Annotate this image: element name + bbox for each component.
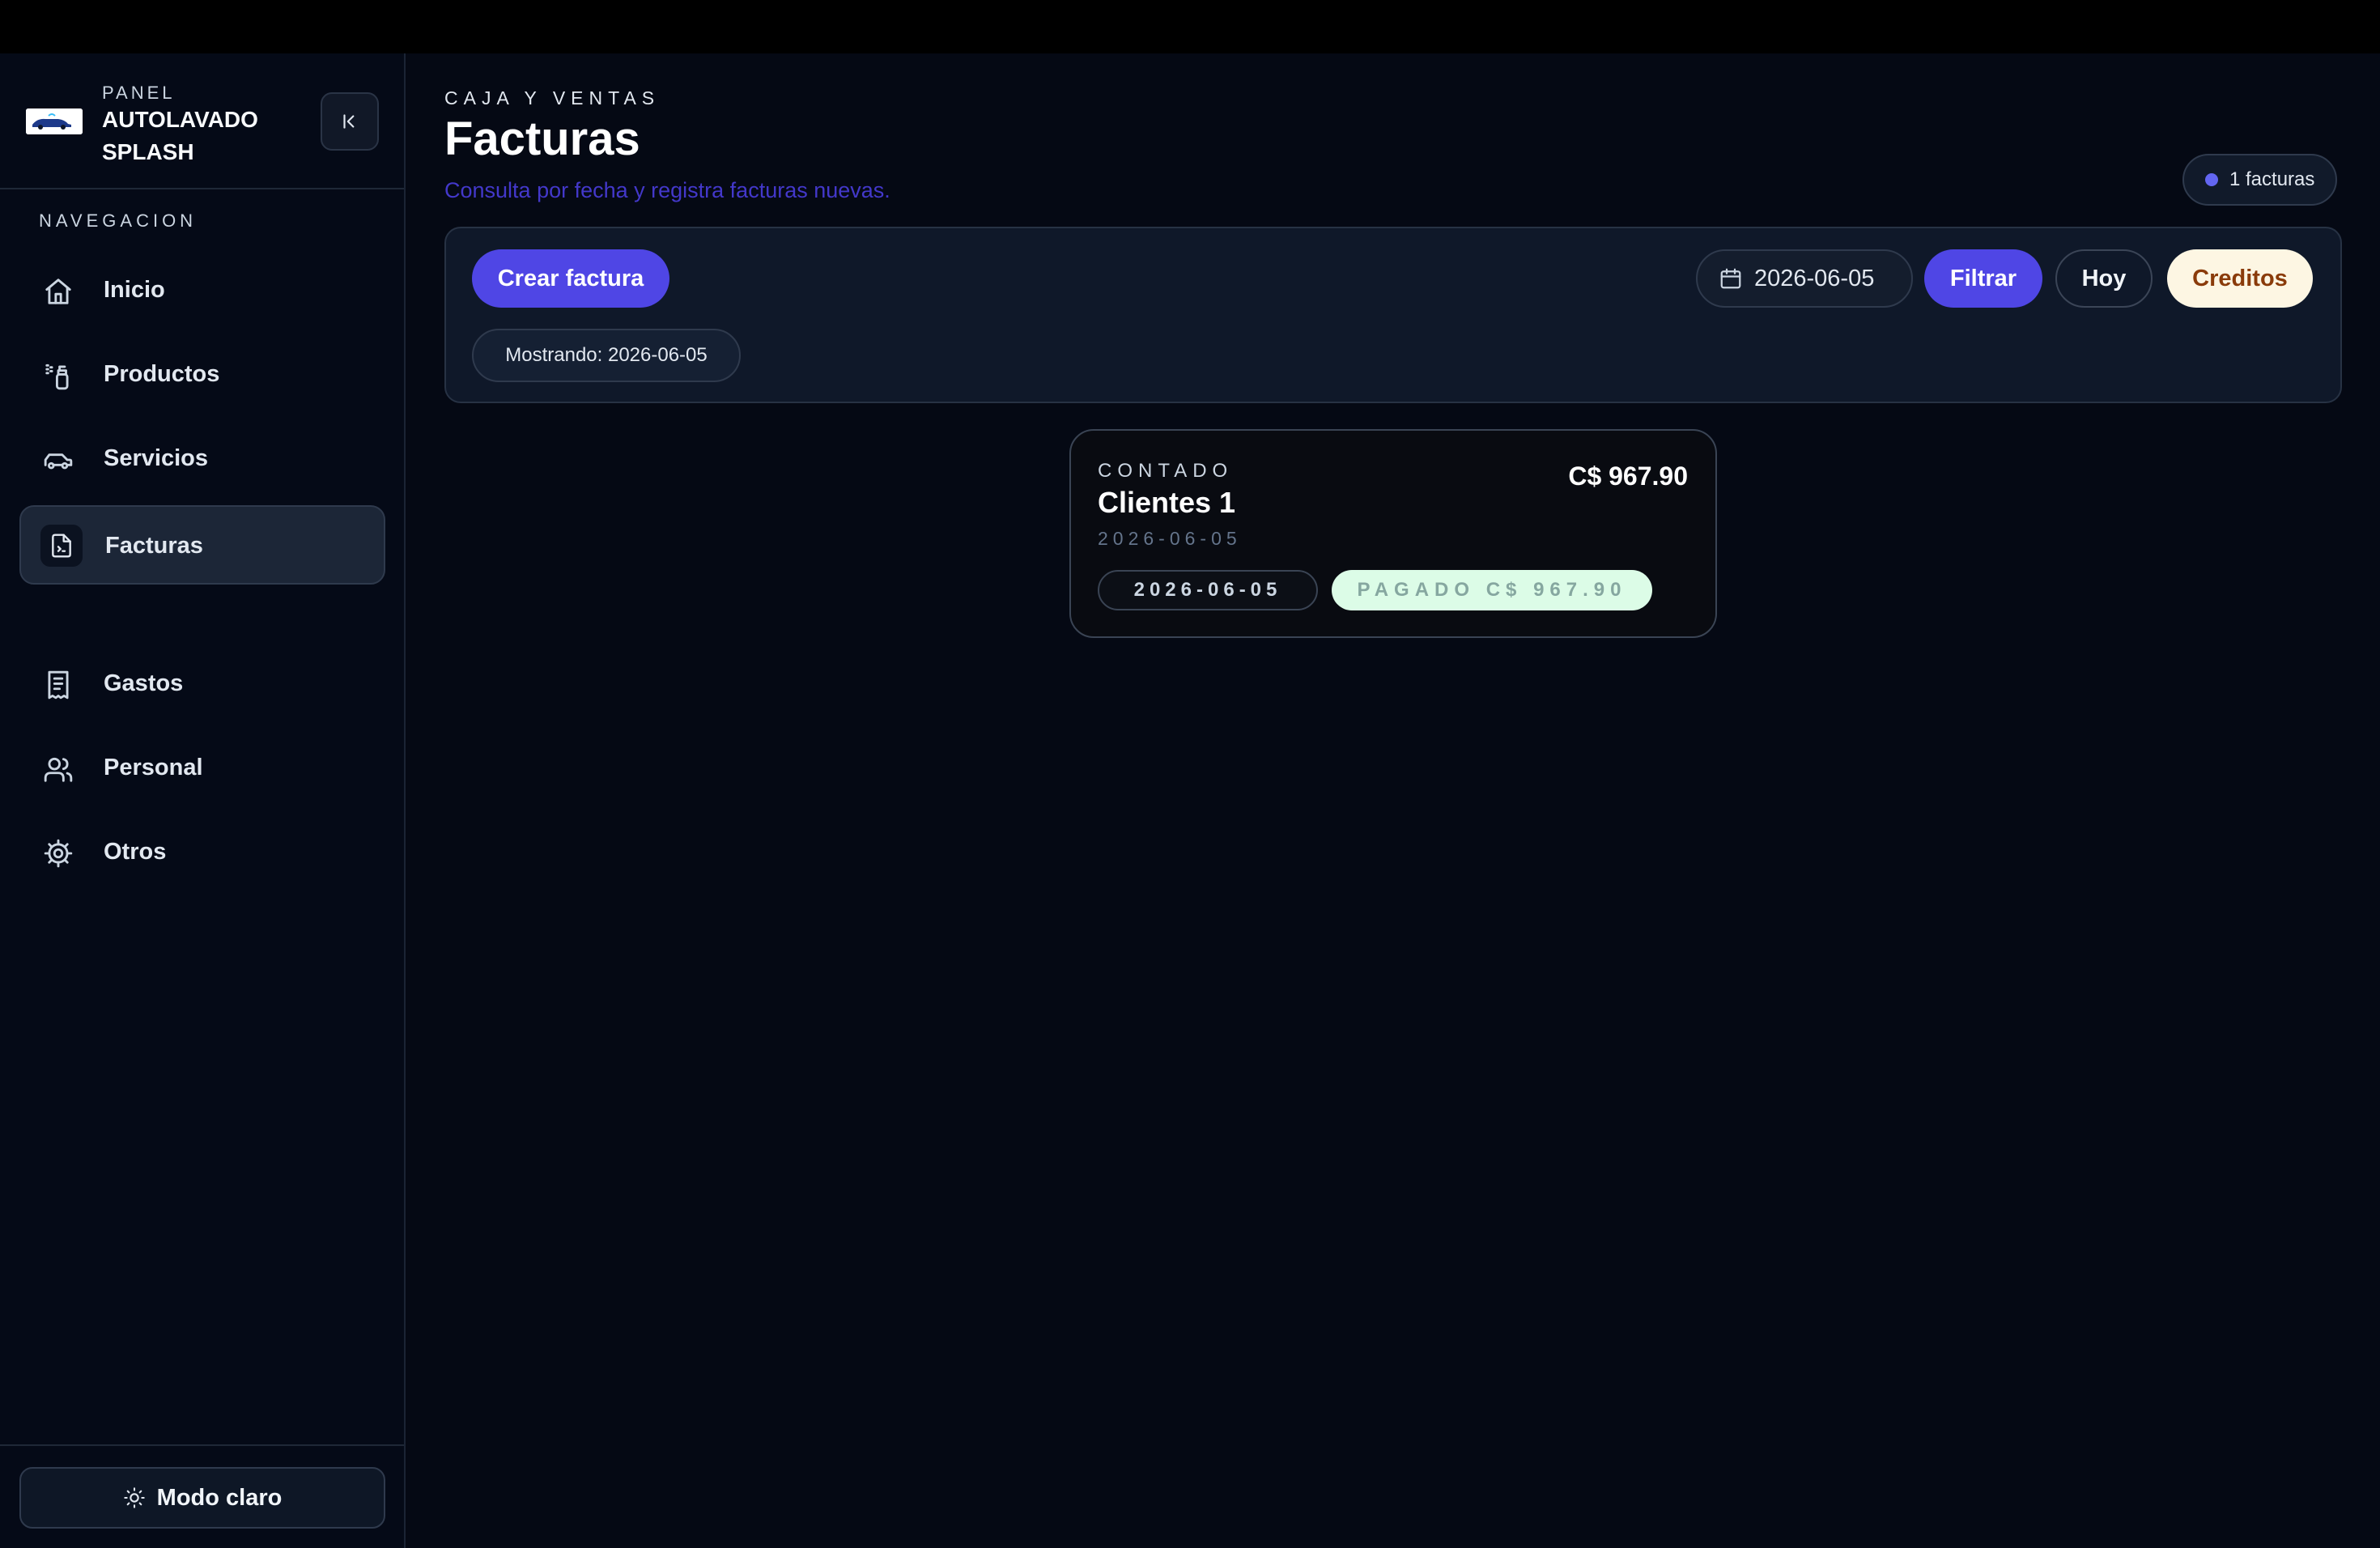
sun-icon	[123, 1487, 145, 1508]
sidebar-item-servicios[interactable]: Servicios	[19, 419, 385, 499]
sidebar-item-label: Gastos	[104, 670, 184, 696]
sidebar-item-facturas[interactable]: Facturas	[19, 505, 385, 585]
sidebar-item-productos[interactable]: Productos	[19, 335, 385, 415]
spray-bottle-icon	[42, 359, 74, 392]
sidebar-item-label: Inicio	[104, 277, 165, 303]
filter-button[interactable]: Filtrar	[1924, 249, 2042, 308]
users-icon	[42, 753, 74, 785]
page-subtitle: Consulta por fecha y registra facturas n…	[444, 178, 890, 202]
sidebar-item-label: Facturas	[105, 533, 203, 559]
light-mode-toggle-button[interactable]: Modo claro	[19, 1467, 385, 1529]
brand-header: PANEL AUTOLAVADO SPLASH	[0, 53, 404, 189]
invoice-count-badge: 1 facturas	[2182, 154, 2338, 206]
sidebar-item-label: Productos	[104, 361, 220, 387]
sidebar-item-label: Personal	[104, 755, 203, 780]
receipt-icon	[42, 669, 74, 701]
invoice-amount: C$ 967.90	[1568, 461, 1688, 491]
page-title: Facturas	[444, 113, 640, 165]
page-kicker: CAJA Y VENTAS	[444, 87, 661, 108]
brand-kicker: PANEL	[102, 83, 176, 103]
sidebar-item-label: Otros	[104, 839, 167, 865]
invoice-date: 2026-06-05	[1098, 528, 1242, 549]
filter-toolbar: Crear factura 2026-06-05 Filtrar Hoy Cre…	[444, 227, 2342, 403]
gear-icon	[42, 837, 74, 870]
brand-name: AUTOLAVADO SPLASH	[102, 104, 296, 168]
credits-button[interactable]: Creditos	[2167, 249, 2313, 308]
sidebar-item-gastos[interactable]: Gastos	[19, 644, 385, 724]
brand-logo	[26, 108, 83, 134]
invoice-date-chip: 2026-06-05	[1098, 570, 1318, 610]
showing-date-chip: Mostrando: 2026-06-05	[472, 329, 741, 382]
today-button[interactable]: Hoy	[2055, 249, 2153, 308]
sidebar-item-label: Servicios	[104, 445, 208, 471]
window-top-bar	[0, 0, 2380, 53]
invoice-file-icon	[40, 525, 83, 567]
invoice-count-label: 1 facturas	[2229, 168, 2315, 190]
sidebar-item-personal[interactable]: Personal	[19, 729, 385, 808]
nav-heading: NAVEGACION	[39, 211, 198, 231]
invoice-paid-status-badge: PAGADO C$ 967.90	[1332, 570, 1652, 610]
sidebar-item-inicio[interactable]: Inicio	[19, 251, 385, 330]
calendar-icon	[1720, 268, 1741, 289]
sidebar-footer: Modo claro	[0, 1444, 404, 1548]
brand-name-line1: AUTOLAVADO	[102, 107, 258, 132]
date-filter-input[interactable]: 2026-06-05	[1696, 249, 1913, 308]
invoice-payment-type: CONTADO	[1098, 460, 1234, 482]
sidebar-item-otros[interactable]: Otros	[19, 813, 385, 892]
collapse-sidebar-button[interactable]	[321, 92, 379, 151]
car-icon	[42, 444, 74, 476]
invoice-client-name: Clientes 1	[1098, 486, 1236, 519]
invoice-card[interactable]: CONTADO Clientes 1 2026-06-05 C$ 967.90 …	[1069, 429, 1717, 638]
collapse-left-icon	[343, 114, 355, 129]
date-filter-value: 2026-06-05	[1754, 265, 1875, 291]
create-invoice-button[interactable]: Crear factura	[472, 249, 669, 308]
home-icon	[42, 275, 74, 308]
light-mode-toggle-label: Modo claro	[156, 1484, 283, 1511]
status-dot-icon	[2205, 173, 2218, 186]
brand-name-line2: SPLASH	[102, 139, 194, 164]
sidebar: PANEL AUTOLAVADO SPLASH NAVEGACION Inici…	[0, 53, 406, 1548]
